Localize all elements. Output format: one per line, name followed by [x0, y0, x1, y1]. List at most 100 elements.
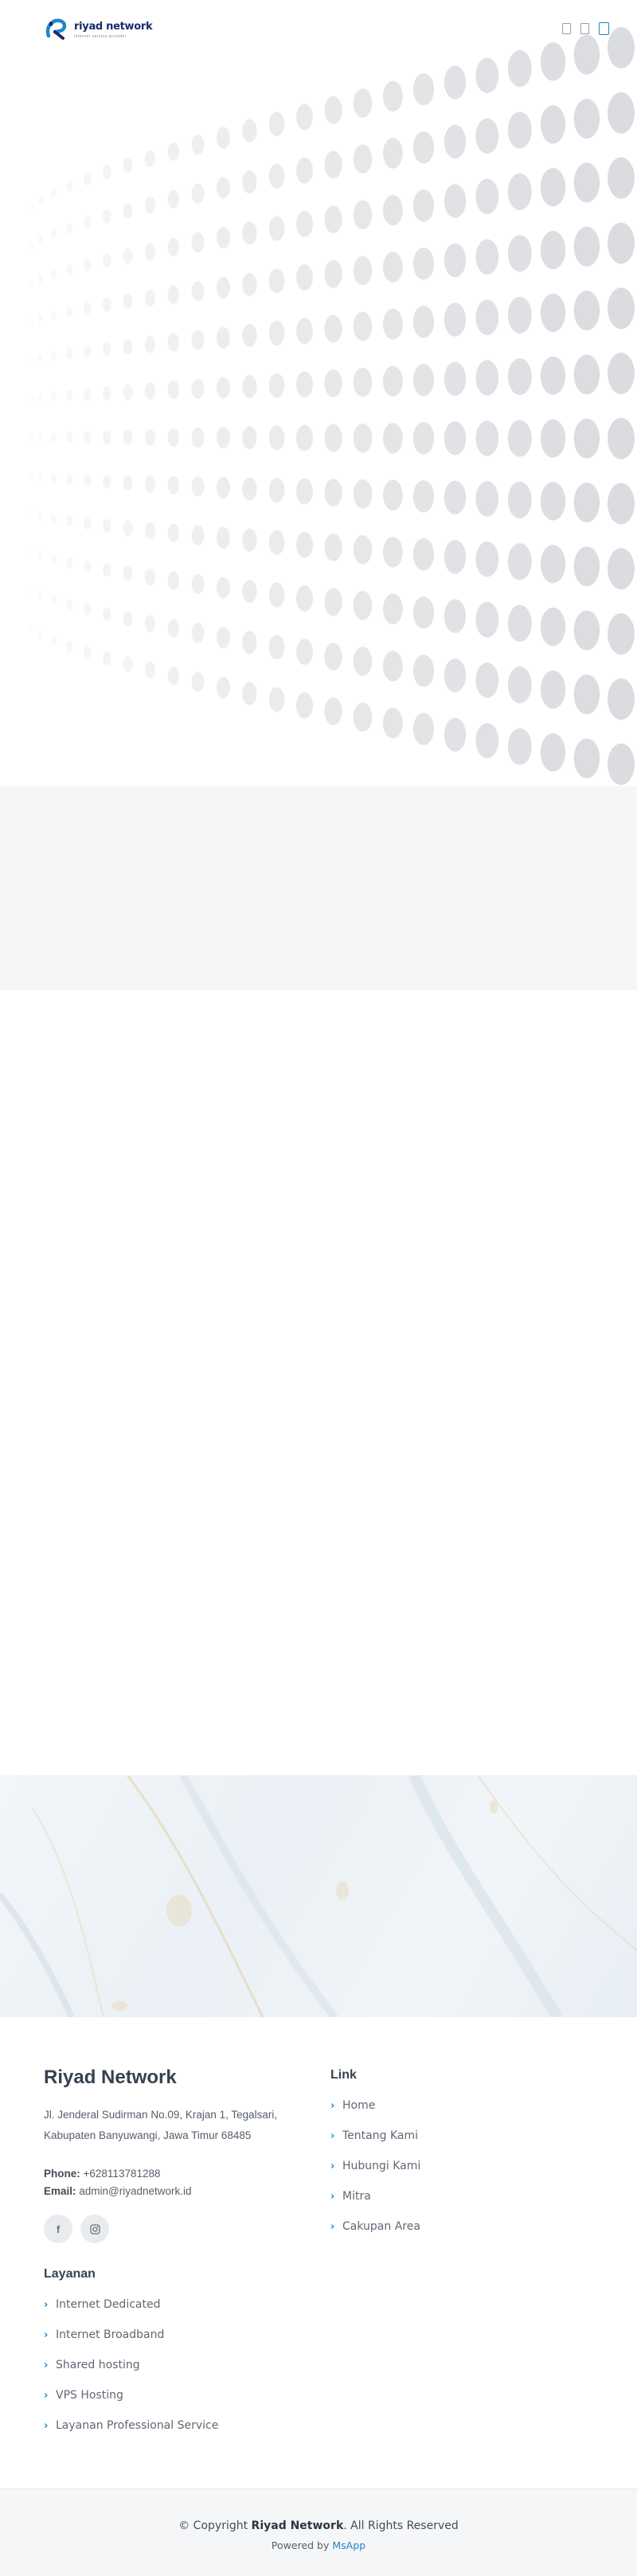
hero-dot	[30, 204, 33, 210]
chevron-right-icon: ›	[330, 2129, 335, 2142]
hero-dot	[353, 367, 373, 397]
hero-dot	[66, 474, 73, 485]
hero-dot	[324, 587, 342, 616]
hero-dot	[412, 189, 435, 222]
hero-dot	[608, 548, 635, 590]
site-header: riyad network internet service provider	[0, 0, 637, 57]
hero-dot	[507, 358, 532, 396]
hero-dot	[383, 194, 403, 226]
hero-dot	[507, 111, 532, 149]
hero-dot	[144, 475, 156, 493]
menu-icon[interactable]	[599, 22, 609, 35]
service-link-shared-hosting[interactable]: › Shared hosting	[44, 2350, 315, 2380]
hero-dot	[444, 302, 467, 337]
footer-link-cakupan-area[interactable]: › Cakupan Area	[330, 2211, 569, 2242]
hero-dot	[30, 242, 33, 249]
hero-dot	[103, 563, 111, 577]
hero-dot	[191, 378, 205, 400]
hero-dot	[444, 243, 467, 278]
hero-dot	[540, 544, 566, 584]
hero-dot	[38, 552, 43, 560]
hero-dot	[540, 419, 566, 458]
chevron-right-icon: ›	[330, 2190, 335, 2203]
hero-dot	[475, 662, 499, 698]
hero-dot	[296, 210, 313, 237]
hero-dot	[573, 99, 600, 139]
hero-dot	[123, 384, 133, 400]
hero-dot	[123, 429, 133, 446]
hero-dot	[216, 227, 230, 249]
hero-dot	[51, 310, 57, 320]
footer-link-home[interactable]: › Home	[330, 2090, 569, 2121]
service-link-vps-hosting[interactable]: › VPS Hosting	[44, 2380, 315, 2410]
hero-dot	[103, 253, 111, 268]
hero-dot	[123, 294, 133, 310]
instagram-icon[interactable]	[80, 2215, 109, 2243]
hero-dot	[412, 712, 435, 745]
hero-dot	[30, 434, 33, 441]
hero-dot	[123, 203, 133, 219]
hero-dot	[30, 626, 33, 632]
hero-dot	[507, 604, 532, 642]
hero-dot	[296, 532, 313, 558]
hero-dot	[540, 231, 566, 270]
hero-dot	[412, 306, 435, 338]
logo[interactable]: riyad network internet service provider	[44, 17, 153, 41]
hero-dot	[353, 144, 373, 174]
email-value[interactable]: admin@riyadnetwork.id	[79, 2185, 191, 2197]
services-title: Layanan	[44, 2267, 96, 2281]
service-link-internet-broadband[interactable]: › Internet Broadband	[44, 2320, 315, 2350]
hero-dot	[242, 170, 257, 194]
hero-dot	[167, 619, 180, 638]
hero-dot	[84, 388, 92, 401]
hero-dot	[608, 678, 635, 720]
hero-dot	[507, 235, 532, 272]
footer-link-mitra[interactable]: › Mitra	[330, 2181, 569, 2211]
hero-dot	[191, 232, 205, 252]
hero-dot	[383, 479, 403, 511]
hero-dot	[353, 88, 373, 118]
hero-dot	[608, 613, 635, 655]
chevron-right-icon: ›	[330, 2220, 335, 2233]
hero-dot	[38, 591, 43, 599]
hero-dot	[103, 386, 111, 400]
hero-dot	[296, 638, 313, 665]
hero-dot	[540, 293, 566, 333]
address-line-1: Jl. Jenderal Sudirman No.09, Krajan 1, T…	[44, 2109, 278, 2121]
facebook-icon[interactable]: f	[44, 2215, 72, 2243]
header-actions	[562, 22, 609, 35]
hero-dot	[412, 72, 435, 106]
hero-dot	[84, 560, 92, 573]
footer-link-tentang-kami[interactable]: › Tentang Kami	[330, 2121, 569, 2151]
hero-dot	[324, 423, 342, 452]
hero-dot	[507, 666, 532, 704]
copyright-bar: © Copyright Riyad Network. All Rights Re…	[0, 2488, 637, 2576]
hero-dot	[103, 430, 111, 445]
service-link-internet-dedicated[interactable]: › Internet Dedicated	[44, 2289, 315, 2320]
hero-dot	[123, 565, 133, 582]
hero-dot	[38, 314, 43, 323]
hero-dot	[216, 427, 230, 449]
hero-dot	[268, 530, 285, 555]
logo-mark-icon	[45, 18, 67, 40]
phone-icon[interactable]	[562, 23, 571, 34]
hero-dot	[38, 512, 43, 521]
hero-dot	[444, 65, 467, 100]
mail-icon[interactable]	[580, 23, 589, 34]
phone-value[interactable]: +628113781288	[84, 2168, 161, 2180]
hero-dot	[268, 373, 285, 398]
hero-dot	[383, 365, 403, 397]
hero-dot	[573, 354, 600, 395]
logo-text: riyad network	[74, 20, 153, 33]
powered-by-link[interactable]: MsApp	[332, 2539, 365, 2551]
hero-dot	[383, 708, 403, 739]
footer-contact-column: Riyad Network Jl. Jenderal Sudirman No.0…	[44, 2067, 315, 2441]
hero-dot	[324, 533, 342, 561]
service-link-professional-service[interactable]: › Layanan Professional Service	[44, 2410, 315, 2441]
hero-dot	[507, 543, 532, 580]
hero-dot	[268, 425, 285, 451]
hero-dot	[608, 417, 635, 459]
footer-link-hubungi-kami[interactable]: › Hubungi Kami	[330, 2151, 569, 2181]
hero-dot	[296, 424, 313, 451]
hero-dot	[167, 333, 180, 352]
